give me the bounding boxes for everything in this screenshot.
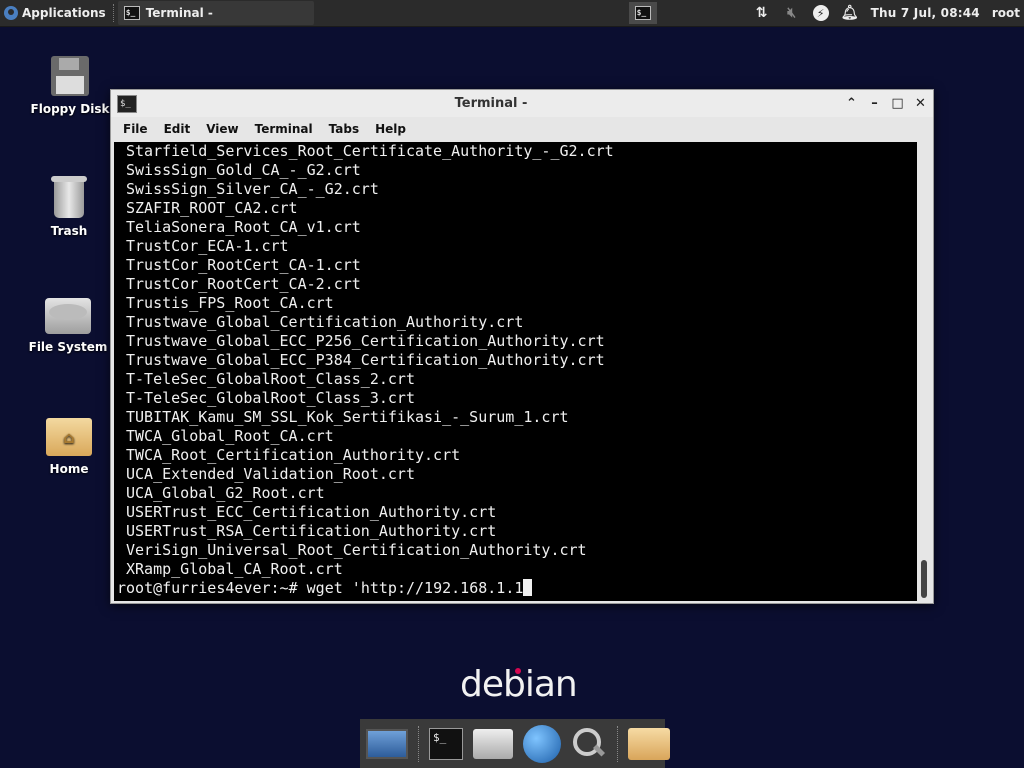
maximize-button[interactable]: □: [891, 96, 904, 111]
terminal-line: TWCA_Root_Certification_Authority.crt: [126, 446, 461, 464]
trash-icon: [51, 176, 87, 218]
minimize-button[interactable]: –: [868, 96, 881, 111]
desktop-icon: [366, 728, 408, 759]
user-menu[interactable]: root: [992, 6, 1020, 20]
terminal-line: UCA_Extended_Validation_Root.crt: [126, 465, 415, 483]
top-panel: Applications $_ Terminal - $_ ⇅ 🔇︎ ⚡︎ 🔔︎…: [0, 0, 1024, 27]
terminal-line: T-TeleSec_GlobalRoot_Class_2.crt: [126, 370, 415, 388]
terminal-icon: $_: [429, 727, 463, 760]
menu-help[interactable]: Help: [375, 122, 406, 136]
terminal-line: TWCA_Global_Root_CA.crt: [126, 427, 334, 445]
desktop-icon-filesystem[interactable]: File System: [28, 298, 108, 354]
terminal-line: TrustCor_RootCert_CA-2.crt: [126, 275, 361, 293]
terminal-scrollbar[interactable]: [917, 142, 931, 601]
terminal-line: Starfield_Services_Root_Certificate_Auth…: [126, 142, 614, 160]
menu-view[interactable]: View: [206, 122, 238, 136]
menu-file[interactable]: File: [123, 122, 148, 136]
desktop-icon-trash[interactable]: Trash: [29, 176, 109, 238]
harddrive-icon: [45, 298, 91, 334]
applications-menu-button[interactable]: Applications: [0, 0, 110, 27]
clock[interactable]: Thu 7 Jul, 08:44: [871, 6, 980, 20]
close-button[interactable]: ✕: [914, 96, 927, 111]
menu-bar: File Edit View Terminal Tabs Help: [111, 117, 933, 141]
desktop-icon-floppy[interactable]: Floppy Disk: [30, 56, 110, 116]
dock-app-finder[interactable]: [571, 724, 607, 764]
desktop-icon-label: Home: [49, 462, 89, 476]
menu-terminal[interactable]: Terminal: [255, 122, 313, 136]
system-tray: ⇅ 🔇︎ ⚡︎ 🔔︎ Thu 7 Jul, 08:44 root: [753, 4, 1024, 22]
terminal-line: USERTrust_RSA_Certification_Authority.cr…: [126, 522, 497, 540]
window-title: Terminal -: [454, 96, 528, 111]
notification-bell-icon[interactable]: 🔔︎: [841, 4, 859, 22]
xfce-logo-icon: [4, 6, 18, 20]
terminal-line: SwissSign_Gold_CA_-_G2.crt: [126, 161, 361, 179]
dock-separator: [418, 725, 419, 762]
menu-tabs[interactable]: Tabs: [329, 122, 359, 136]
terminal-icon: $_: [634, 6, 651, 20]
terminal-line: Trustwave_Global_ECC_P256_Certification_…: [126, 332, 605, 350]
scrollbar-thumb[interactable]: [921, 560, 927, 598]
terminal-prompt-line[interactable]: root@furries4ever:~# wget 'http://192.16…: [117, 579, 917, 598]
dock-terminal[interactable]: $_: [429, 724, 463, 764]
terminal-prompt-text: root@furries4ever:~# wget 'http://192.16…: [117, 579, 524, 597]
terminal-line: T-TeleSec_GlobalRoot_Class_3.crt: [126, 389, 415, 407]
terminal-line: UCA_Global_G2_Root.crt: [126, 484, 325, 502]
desktop-icon-home[interactable]: ⌂ Home: [29, 418, 109, 476]
terminal-line: TrustCor_ECA-1.crt: [126, 237, 289, 255]
terminal-line: TrustCor_RootCert_CA-1.crt: [126, 256, 361, 274]
desktop-icon-label: Trash: [50, 224, 88, 238]
terminal-line: SZAFIR_ROOT_CA2.crt: [126, 199, 298, 217]
terminal-line: Trustis_FPS_Root_CA.crt: [126, 294, 334, 312]
dock-separator: [617, 725, 618, 762]
panel-separator: [112, 4, 115, 22]
terminal-output[interactable]: Starfield_Services_Root_Certificate_Auth…: [114, 142, 917, 601]
debian-swirl-icon: [515, 668, 521, 674]
network-icon[interactable]: ⇅: [753, 4, 771, 22]
applications-label: Applications: [22, 6, 106, 20]
floppy-icon: [51, 56, 89, 96]
dock-folder[interactable]: [628, 724, 670, 764]
shade-button[interactable]: ⌃: [845, 96, 858, 111]
desktop-icon-label: Floppy Disk: [30, 102, 110, 116]
text-cursor: [523, 579, 533, 596]
terminal-line: TUBITAK_Kamu_SM_SSL_Kok_Sertifikasi_-_Su…: [126, 408, 569, 426]
web-browser-icon: [523, 724, 561, 763]
volume-muted-icon[interactable]: 🔇︎: [783, 4, 801, 22]
terminal-line: SwissSign_Silver_CA_-_G2.crt: [126, 180, 379, 198]
terminal-line: TeliaSonera_Root_CA_v1.crt: [126, 218, 361, 236]
dock: $_: [360, 719, 670, 768]
terminal-line: Trustwave_Global_Certification_Authority…: [126, 313, 524, 331]
home-folder-icon: ⌂: [46, 418, 92, 456]
dock-file-manager[interactable]: [473, 724, 513, 764]
desktop-icon-label: File System: [28, 340, 108, 354]
window-controls: ⌃ – □ ✕: [845, 96, 927, 111]
window-title-bar[interactable]: $_ Terminal - ⌃ – □ ✕: [111, 90, 933, 117]
folder-icon: [628, 727, 670, 760]
terminal-icon: $_: [117, 94, 137, 113]
terminal-line: VeriSign_Universal_Root_Certification_Au…: [126, 541, 587, 559]
search-icon: [571, 726, 607, 762]
workspace-switcher[interactable]: $_: [628, 2, 657, 24]
terminal-line: Trustwave_Global_ECC_P384_Certification_…: [126, 351, 605, 369]
terminal-line: XRamp_Global_CA_Root.crt: [126, 560, 343, 578]
taskbar-terminal-title: Terminal -: [145, 6, 213, 20]
terminal-line: USERTrust_ECC_Certification_Authority.cr…: [126, 503, 497, 521]
menu-edit[interactable]: Edit: [164, 122, 191, 136]
dock-web-browser[interactable]: [523, 724, 561, 764]
dock-show-desktop[interactable]: [366, 724, 408, 764]
terminal-window: $_ Terminal - ⌃ – □ ✕ File Edit View Ter…: [110, 89, 934, 604]
taskbar-terminal-button[interactable]: $_ Terminal -: [117, 1, 314, 25]
terminal-icon: $_: [123, 6, 140, 20]
power-icon[interactable]: ⚡︎: [812, 5, 829, 21]
file-manager-icon: [473, 728, 513, 759]
